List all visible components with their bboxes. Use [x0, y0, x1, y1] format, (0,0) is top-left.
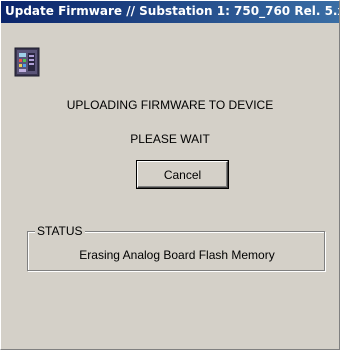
- window-title: Update Firmware // Substation 1: 750_760…: [5, 4, 339, 18]
- status-groupbox: STATUS Erasing Analog Board Flash Memory: [27, 224, 325, 271]
- firmware-update-dialog: Update Firmware // Substation 1: 750_760…: [0, 0, 340, 350]
- relay-device-icon: [14, 47, 40, 77]
- status-legend: STATUS: [35, 224, 85, 238]
- upload-heading: UPLOADING FIRMWARE TO DEVICE: [66, 98, 274, 112]
- title-bar[interactable]: Update Firmware // Substation 1: 750_760…: [1, 1, 339, 23]
- status-message: Erasing Analog Board Flash Memory: [79, 248, 275, 262]
- please-wait-label: PLEASE WAIT: [130, 132, 210, 146]
- cancel-button[interactable]: Cancel: [137, 161, 228, 188]
